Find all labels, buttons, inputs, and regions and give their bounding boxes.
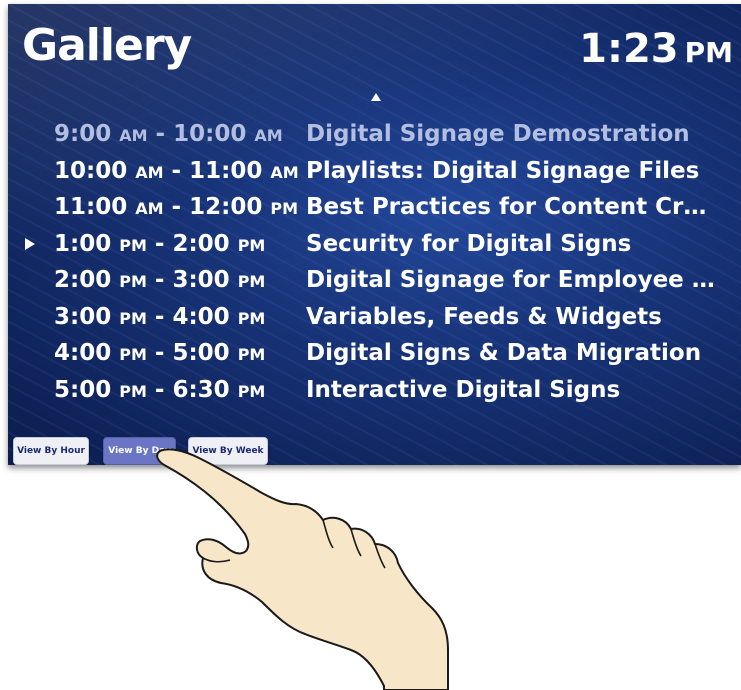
event-title: Interactive Digital Signs [306,376,621,403]
event-title: Variables, Feeds & Widgets [306,303,662,330]
schedule-row[interactable]: 2:00 PM - 3:00 PM Digital Signage for Em… [8,262,741,299]
schedule-row[interactable]: 10:00 AM - 11:00 AM Playlists: Digital S… [8,153,741,190]
event-title: Security for Digital Signs [306,230,632,257]
event-title: Playlists: Digital Signage Files [306,157,700,184]
scroll-up-icon[interactable] [371,93,381,101]
schedule-row-current[interactable]: 1:00 PM - 2:00 PM Security for Digital S… [8,226,741,263]
schedule-row[interactable]: 9:00 AM - 10:00 AM Digital Signage Demos… [8,116,741,153]
clock: 1:23 PM [579,26,733,72]
time-range: 4:00 PM - 5:00 PM [54,340,266,366]
signage-screen: Gallery 1:23 PM 9:00 AM - 10:00 AM Digita… [8,4,741,465]
time-range: 2:00 PM - 3:00 PM [54,267,266,293]
event-title: Best Practices for Content Creat... [306,194,716,220]
time-range: 9:00 AM - 10:00 AM [54,121,283,147]
time-range: 10:00 AM - 11:00 AM [54,157,299,184]
event-title: Digital Signage for Employee Co... [306,267,716,293]
view-by-day-button[interactable]: View By Day [103,437,176,465]
clock-time: 1:23 [579,26,679,72]
time-range: 5:00 PM - 6:30 PM [54,376,266,403]
schedule-row[interactable]: 11:00 AM - 12:00 PM Best Practices for C… [8,189,741,226]
schedule-row[interactable]: 4:00 PM - 5:00 PM Digital Signs & Data M… [8,335,741,372]
schedule-row[interactable]: 5:00 PM - 6:30 PM Interactive Digital Si… [8,372,741,409]
view-by-week-button[interactable]: View By Week [188,437,268,465]
view-by-hour-button[interactable]: View By Hour [13,437,89,465]
event-title: Digital Signs & Data Migration [306,340,702,366]
time-range: 1:00 PM - 2:00 PM [54,230,266,257]
triangle-right-icon [25,237,35,250]
clock-ampm: PM [684,36,733,69]
time-range: 3:00 PM - 4:00 PM [54,303,266,330]
time-range: 11:00 AM - 12:00 PM [54,194,298,220]
schedule-list: 9:00 AM - 10:00 AM Digital Signage Demos… [8,116,741,408]
page-title: Gallery [22,20,192,71]
schedule-row[interactable]: 3:00 PM - 4:00 PM Variables, Feeds & Wid… [8,299,741,336]
event-title: Digital Signage Demostration [306,121,690,147]
